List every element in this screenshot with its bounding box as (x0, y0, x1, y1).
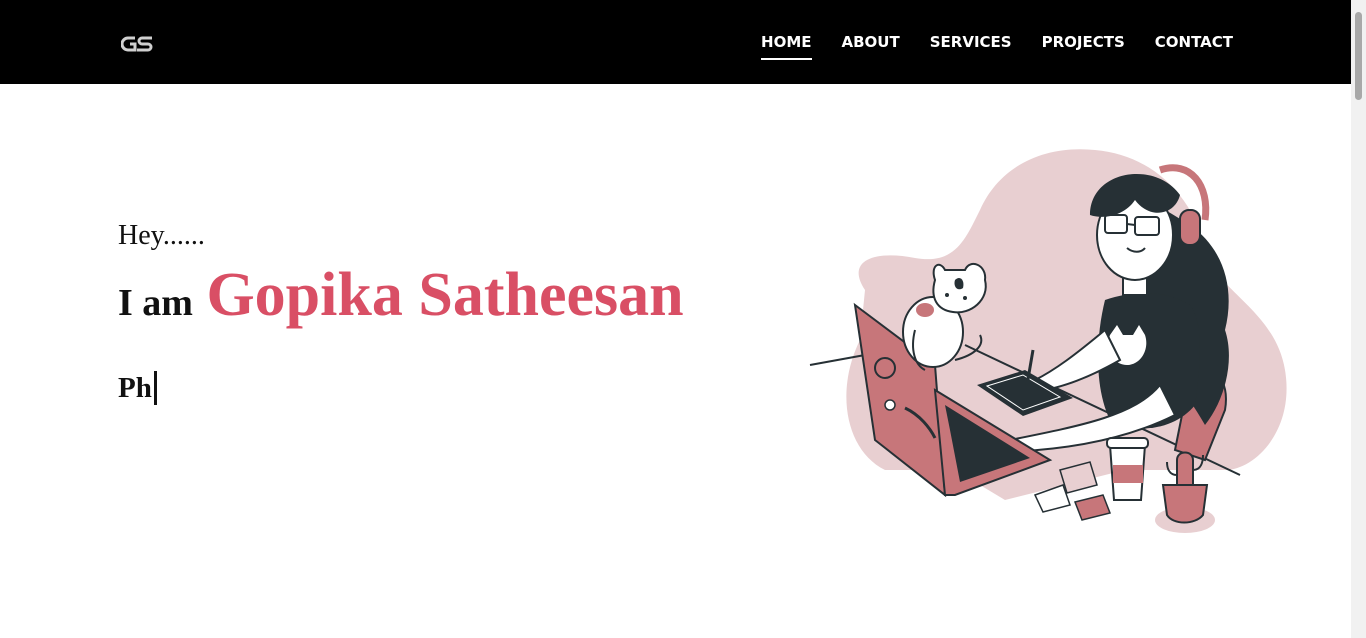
nav-home[interactable]: HOME (761, 33, 813, 60)
intro-heading: I am Gopika Satheesan (118, 260, 684, 331)
typed-role: Ph (118, 371, 684, 405)
nav-services[interactable]: SERVICES (930, 33, 1012, 51)
intro-prefix: I am (118, 282, 193, 324)
nav-menu: HOME ABOUT SERVICES PROJECTS CONTACT (731, 0, 1233, 84)
typing-cursor (153, 371, 157, 405)
logo-icon (120, 36, 153, 52)
hero-illustration (805, 140, 1295, 540)
nav-about[interactable]: ABOUT (842, 33, 900, 51)
nav-projects[interactable]: PROJECTS (1042, 33, 1125, 51)
nav-contact[interactable]: CONTACT (1155, 33, 1233, 51)
typed-text: Ph (118, 371, 152, 404)
navbar: HOME ABOUT SERVICES PROJECTS CONTACT (0, 0, 1351, 84)
logo[interactable] (120, 35, 155, 53)
page-scrollbar[interactable] (1351, 0, 1366, 638)
hero-text: Hey...... I am Gopika Satheesan Ph (118, 220, 684, 405)
hero-name: Gopika Satheesan (206, 261, 684, 329)
scrollbar-thumb[interactable] (1355, 12, 1362, 100)
greeting: Hey...... (118, 220, 205, 251)
woman-working-illustration-icon (809, 149, 1287, 533)
